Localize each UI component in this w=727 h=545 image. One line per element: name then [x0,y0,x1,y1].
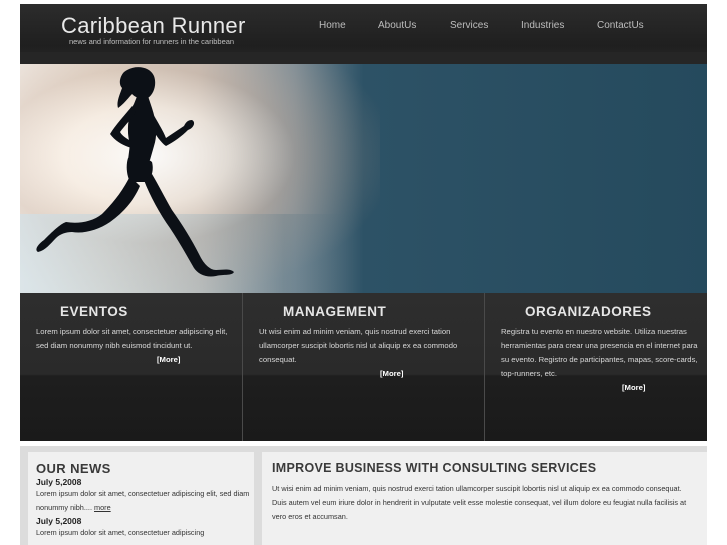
site-tagline: news and information for runners in the … [69,37,235,46]
nav-services[interactable]: Services [450,20,488,31]
more-link[interactable]: [More] [157,355,181,364]
news-date: July 5,2008 [36,477,82,487]
news-text: Lorem ipsum dolor sit amet, consectetuer… [36,489,250,512]
news-text: Lorem ipsum dolor sit amet, consectetuer… [36,528,205,537]
feature-heading: ORGANIZADORES [525,304,652,319]
site-title[interactable]: Caribbean Runner [61,13,246,39]
news-panel: OUR NEWS July 5,2008 Lorem ipsum dolor s… [28,452,254,545]
more-link[interactable]: [More] [380,369,404,378]
feature-organizadores: ORGANIZADORES Registra tu evento en nues… [485,293,707,441]
more-link[interactable]: [More] [622,383,646,392]
page: Caribbean Runner news and information fo… [0,0,727,545]
nav-about-us[interactable]: AboutUs [378,20,416,31]
nav-contact-us[interactable]: ContactUs [597,20,644,31]
feature-heading: MANAGEMENT [283,304,387,319]
news-more-link[interactable]: more [94,503,111,512]
nav-industries[interactable]: Industries [521,20,564,31]
feature-text: Lorem ipsum dolor sit amet, consectetuer… [36,327,228,350]
feature-text: Ut wisi enim ad minim veniam, quis nostr… [259,327,458,364]
consulting-heading: IMPROVE BUSINESS WITH CONSULTING SERVICE… [272,461,597,475]
consulting-panel: IMPROVE BUSINESS WITH CONSULTING SERVICE… [262,452,707,545]
feature-eventos: EVENTOS Lorem ipsum dolor sit amet, cons… [20,293,242,441]
hero-banner [20,64,707,293]
news-date: July 5,2008 [36,516,82,526]
feature-heading: EVENTOS [60,304,128,319]
nav-home[interactable]: Home [319,20,346,31]
runner-silhouette [36,67,234,277]
bottom-section: OUR NEWS July 5,2008 Lorem ipsum dolor s… [20,446,707,545]
news-heading: OUR NEWS [36,461,111,476]
news-item: Lorem ipsum dolor sit amet, consectetuer… [36,487,254,515]
feature-panels: EVENTOS Lorem ipsum dolor sit amet, cons… [20,293,707,441]
feature-management: MANAGEMENT Ut wisi enim ad minim veniam,… [243,293,484,441]
consulting-text: Ut wisi enim ad minim veniam, quis nostr… [272,484,687,521]
site-header: Caribbean Runner news and information fo… [20,4,707,64]
feature-text: Registra tu evento en nuestro website. U… [501,327,698,378]
